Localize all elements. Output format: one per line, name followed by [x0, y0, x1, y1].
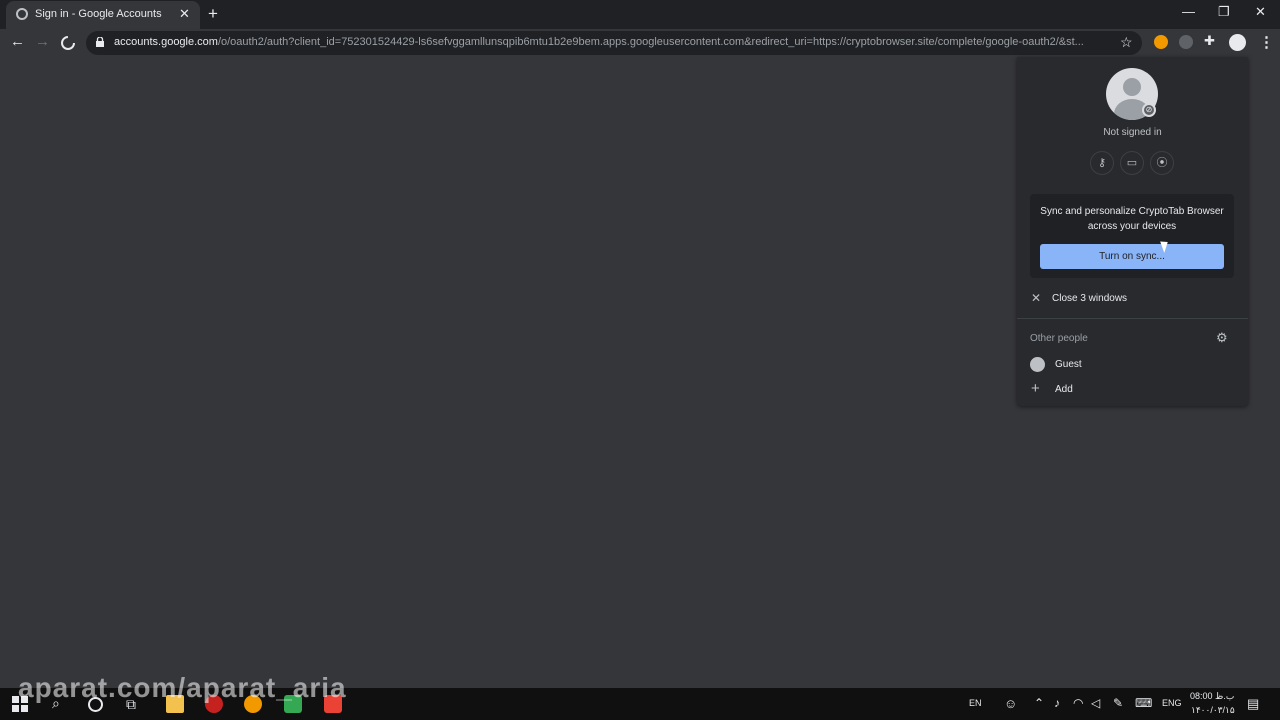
sync-promo-text: Sync and personalize CryptoTab Browser a…: [1040, 206, 1224, 232]
other-people-heading: Other people: [1030, 333, 1088, 344]
new-tab-icon[interactable]: +: [208, 4, 218, 24]
stop-loading-icon[interactable]: [60, 35, 76, 51]
sign-in-status: Not signed in: [1103, 127, 1162, 138]
turn-on-sync-button[interactable]: Turn on sync...: [1040, 244, 1224, 269]
passwords-key-icon[interactable]: ⚷: [1090, 151, 1114, 175]
google-favicon-icon: [16, 8, 28, 20]
payment-card-icon[interactable]: ▭: [1120, 151, 1144, 175]
addresses-pin-icon[interactable]: ⦿: [1150, 151, 1174, 175]
sync-promo-card: Sync and personalize CryptoTab Browser a…: [1030, 194, 1234, 278]
clock-time[interactable]: 08:00 ب.ظ: [1190, 691, 1234, 702]
close-windows-label: Close 3 windows: [1052, 293, 1128, 304]
pen-icon[interactable]: ✎: [1113, 696, 1123, 710]
language-short[interactable]: EN: [969, 698, 982, 708]
volume-icon[interactable]: ◁: [1091, 696, 1100, 710]
tab-sign-in[interactable]: Sign in - Google Accounts ✕: [6, 1, 200, 29]
notifications-icon[interactable]: ▤: [1247, 696, 1259, 712]
lock-icon[interactable]: [96, 37, 104, 47]
add-plus-icon: +: [1031, 380, 1040, 397]
bookmark-star-icon[interactable]: ☆: [1120, 34, 1133, 51]
guest-profile-item[interactable]: Guest: [1017, 355, 1248, 377]
back-arrow-icon[interactable]: ←: [10, 33, 25, 50]
guest-label: Guest: [1055, 359, 1082, 370]
clock-date[interactable]: ۱۴۰۰/۰۳/۱۵: [1191, 705, 1235, 716]
window-close-button[interactable]: ✕: [1255, 4, 1266, 20]
wifi-icon[interactable]: ◠: [1073, 696, 1083, 710]
restore-button[interactable]: ❐: [1218, 4, 1230, 20]
url-host: accounts.google.com: [114, 36, 218, 48]
kebab-menu-icon[interactable]: ⋮: [1259, 33, 1274, 51]
sync-paused-badge-icon: ⊘: [1142, 103, 1156, 117]
watermark: aparat.com/aparat_aria: [18, 672, 347, 703]
close-windows-item[interactable]: ✕ Close 3 windows: [1017, 289, 1248, 309]
browser-toolbar: ← → accounts.google.com/o/oauth2/auth?cl…: [0, 29, 1280, 57]
people-icon[interactable]: ☺: [1004, 696, 1017, 711]
chevron-up-icon[interactable]: ⌃: [1034, 696, 1044, 710]
address-bar[interactable]: accounts.google.com/o/oauth2/auth?client…: [86, 31, 1142, 55]
profile-avatar-icon[interactable]: [1229, 34, 1246, 51]
tab-close-icon[interactable]: ✕: [179, 6, 190, 22]
url-text: accounts.google.com/o/oauth2/auth?client…: [114, 36, 1106, 48]
cryptotab-extension-icon[interactable]: [1154, 35, 1168, 49]
close-icon: ✕: [1031, 291, 1042, 305]
microphone-icon[interactable]: ♪: [1054, 696, 1060, 710]
add-label: Add: [1055, 384, 1073, 395]
add-profile-item[interactable]: + Add: [1017, 380, 1248, 402]
forward-arrow-icon[interactable]: →: [35, 33, 50, 50]
puzzle-extensions-icon[interactable]: ✚: [1204, 33, 1215, 49]
url-path: /o/oauth2/auth?client_id=752301524429-ls…: [217, 36, 1084, 48]
manage-people-gear-icon[interactable]: ⚙: [1216, 330, 1228, 346]
language-indicator[interactable]: ENG: [1162, 698, 1182, 708]
guest-avatar-icon: [1030, 357, 1045, 372]
extension-icon[interactable]: [1179, 35, 1193, 49]
tab-strip: Sign in - Google Accounts ✕ + — ❐ ✕: [0, 0, 1280, 29]
keyboard-icon[interactable]: ⌨: [1135, 696, 1152, 710]
minimize-button[interactable]: —: [1182, 4, 1195, 19]
profile-menu: ⊘ Not signed in ⚷ ▭ ⦿ Sync and personali…: [1017, 57, 1248, 406]
divider: [1017, 318, 1248, 319]
tab-title: Sign in - Google Accounts: [35, 8, 162, 20]
